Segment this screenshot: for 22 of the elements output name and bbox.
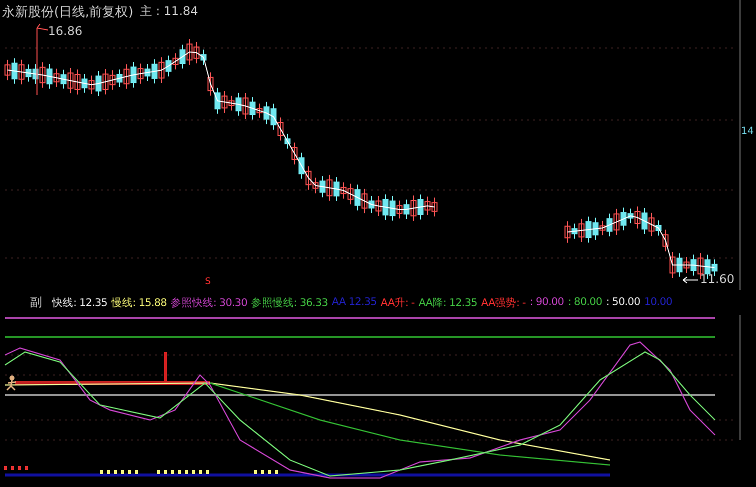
legend-value: AA升: -	[380, 296, 415, 310]
signal-mark: S	[205, 277, 211, 287]
legend-value: 10.00	[644, 296, 672, 310]
legend-value: 慢线: 15.88	[111, 296, 167, 310]
high-pointer-icon	[36, 24, 48, 96]
legend-value: AA强势: -	[481, 296, 526, 310]
high-price-label: 16.86	[48, 24, 82, 38]
stock-title: 永新股份(日线,前复权)	[2, 4, 134, 21]
runner-icon	[6, 376, 17, 391]
legend-value: 参照慢线: 36.33	[251, 296, 328, 310]
legend-value: 快线: 12.35	[52, 296, 108, 310]
low-pointer-icon	[682, 276, 698, 284]
legend-value: AA降: 12.35	[418, 296, 478, 310]
panel-label: 副	[30, 294, 42, 311]
legend-value: : 80.00	[568, 296, 602, 310]
legend-value: : 50.00	[606, 296, 640, 310]
main-value: 主 : 11.84	[140, 3, 198, 20]
legend-value: AA 12.35	[332, 296, 377, 310]
legend-value: 参照快线: 30.30	[170, 296, 248, 310]
low-price-label: 11.60	[700, 272, 734, 286]
legend-value: : 90.00	[530, 296, 564, 310]
axis-label: 14	[741, 126, 754, 137]
